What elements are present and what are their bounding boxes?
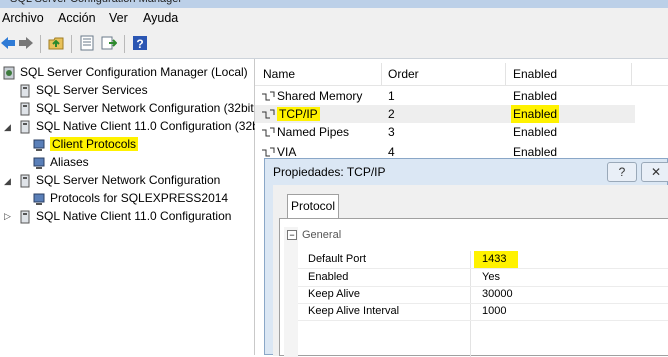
- network-config-icon: [18, 102, 32, 116]
- svg-text:?: ?: [136, 37, 143, 51]
- column-divider[interactable]: [381, 63, 382, 85]
- property-row-default-port[interactable]: Default Port 1433: [298, 251, 668, 269]
- collapse-arrow-icon[interactable]: ◢: [4, 176, 11, 187]
- tab-panel: − General Default Port 1433 Enabled Yes …: [279, 218, 668, 357]
- tcpip-properties-dialog: Propiedades: TCP/IP ? ✕ Protocol − Gener…: [264, 158, 668, 357]
- toolbar-separator: [40, 35, 41, 53]
- properties-icon[interactable]: [79, 35, 95, 51]
- tree-item-client-protocols[interactable]: Client Protocols: [32, 135, 139, 153]
- menu-archivo[interactable]: Archivo: [2, 11, 44, 25]
- help-button[interactable]: ?: [607, 162, 637, 182]
- collapse-arrow-icon[interactable]: ◢: [4, 122, 11, 133]
- collapse-category-icon[interactable]: −: [287, 230, 297, 240]
- close-button[interactable]: ✕: [641, 162, 668, 182]
- up-folder-icon[interactable]: [48, 35, 64, 51]
- property-grid: − General Default Port 1433 Enabled Yes …: [284, 227, 668, 357]
- tree-item-native-client-32[interactable]: SQL Native Client 11.0 Configuration (32…: [18, 117, 259, 135]
- list-row[interactable]: Shared Memory 1 Enabled: [255, 87, 635, 105]
- toolbar: ?: [0, 30, 668, 59]
- property-row-keep-alive[interactable]: Keep Alive 30000: [298, 286, 668, 304]
- list-header: Name Order Enabled: [255, 63, 668, 86]
- column-divider[interactable]: [631, 63, 632, 85]
- list-row-selected[interactable]: TCP/IP 2 Enabled: [255, 105, 635, 123]
- toolbar-separator: [124, 35, 125, 53]
- protocols-icon: [32, 138, 46, 152]
- tab-protocol[interactable]: Protocol: [287, 194, 339, 218]
- menu-bar: Archivo Acción Ver Ayuda: [0, 8, 668, 30]
- column-header-name[interactable]: Name: [263, 67, 295, 81]
- tree-item-protocols-sqlexpress[interactable]: Protocols for SQLEXPRESS2014: [32, 189, 228, 207]
- tree-item-native-client[interactable]: SQL Native Client 11.0 Configuration: [18, 207, 231, 225]
- server-config-icon: [2, 66, 16, 80]
- category-general[interactable]: General: [298, 227, 668, 244]
- expand-arrow-icon[interactable]: ▷: [4, 211, 11, 222]
- menu-ver[interactable]: Ver: [109, 11, 128, 25]
- protocol-plug-icon: [262, 109, 275, 119]
- tree-root[interactable]: SQL Server Configuration Manager (Local): [2, 63, 248, 81]
- dialog-title: Propiedades: TCP/IP: [273, 165, 386, 179]
- protocol-plug-icon: [262, 127, 275, 137]
- tree-item-aliases[interactable]: Aliases: [32, 153, 89, 171]
- services-icon: [18, 84, 32, 98]
- property-row-enabled[interactable]: Enabled Yes: [298, 269, 668, 287]
- tree-pane: SQL Server Configuration Manager (Local)…: [0, 59, 259, 355]
- column-header-enabled[interactable]: Enabled: [513, 67, 557, 81]
- window-titlebar: SQL Server Configuration Manager: [0, 0, 668, 8]
- property-grid-gutter: [284, 227, 298, 357]
- menu-accion[interactable]: Acción: [58, 11, 96, 25]
- back-icon[interactable]: [0, 35, 16, 51]
- tree-item-network-config[interactable]: SQL Server Network Configuration: [18, 171, 220, 189]
- tree-item-sql-server-services[interactable]: SQL Server Services: [18, 81, 148, 99]
- dialog-body: Protocol − General Default Port 1433 Ena…: [273, 185, 668, 357]
- menu-ayuda[interactable]: Ayuda: [143, 11, 178, 25]
- export-icon[interactable]: [101, 35, 117, 51]
- toolbar-separator: [71, 35, 72, 53]
- network-config-icon: [18, 174, 32, 188]
- native-client-icon: [18, 210, 32, 224]
- forward-icon[interactable]: [18, 35, 34, 51]
- protocols-icon: [32, 192, 46, 206]
- column-divider[interactable]: [505, 63, 506, 85]
- native-client-icon: [18, 120, 32, 134]
- tree-item-network-config-32[interactable]: SQL Server Network Configuration (32bit: [18, 99, 254, 117]
- list-row[interactable]: Named Pipes 3 Enabled: [255, 123, 635, 141]
- property-row-keep-alive-interval[interactable]: Keep Alive Interval 1000: [298, 303, 668, 321]
- aliases-icon: [32, 156, 46, 170]
- help-icon[interactable]: ?: [132, 35, 148, 51]
- protocol-plug-icon: [262, 91, 275, 101]
- column-header-order[interactable]: Order: [388, 67, 419, 81]
